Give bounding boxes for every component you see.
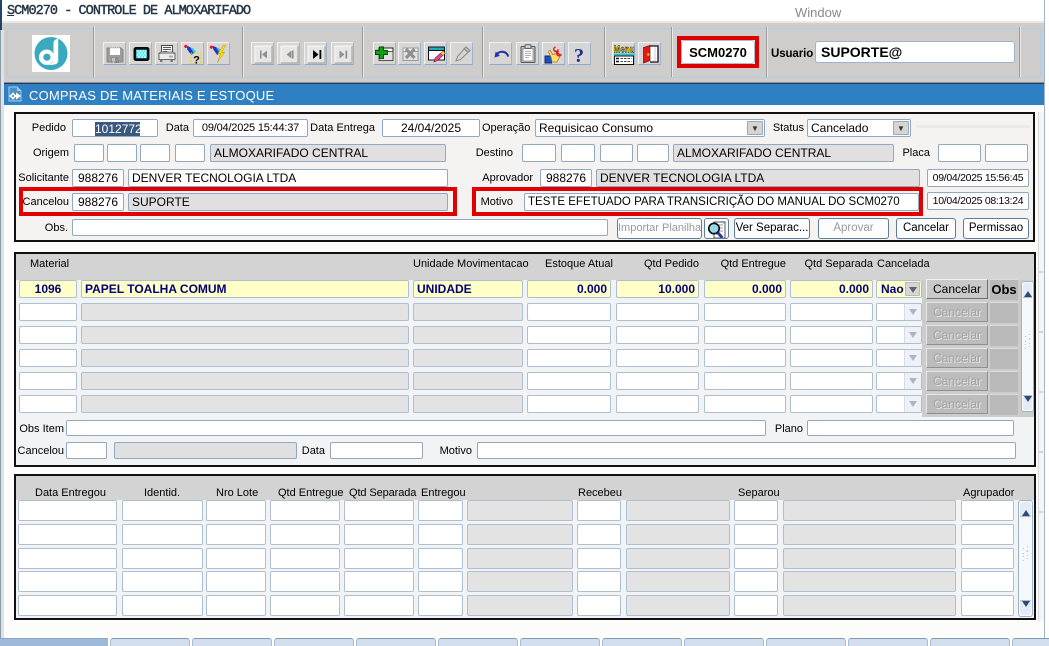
svg-text:?: ? — [574, 45, 584, 65]
svg-text:?: ? — [193, 54, 200, 65]
